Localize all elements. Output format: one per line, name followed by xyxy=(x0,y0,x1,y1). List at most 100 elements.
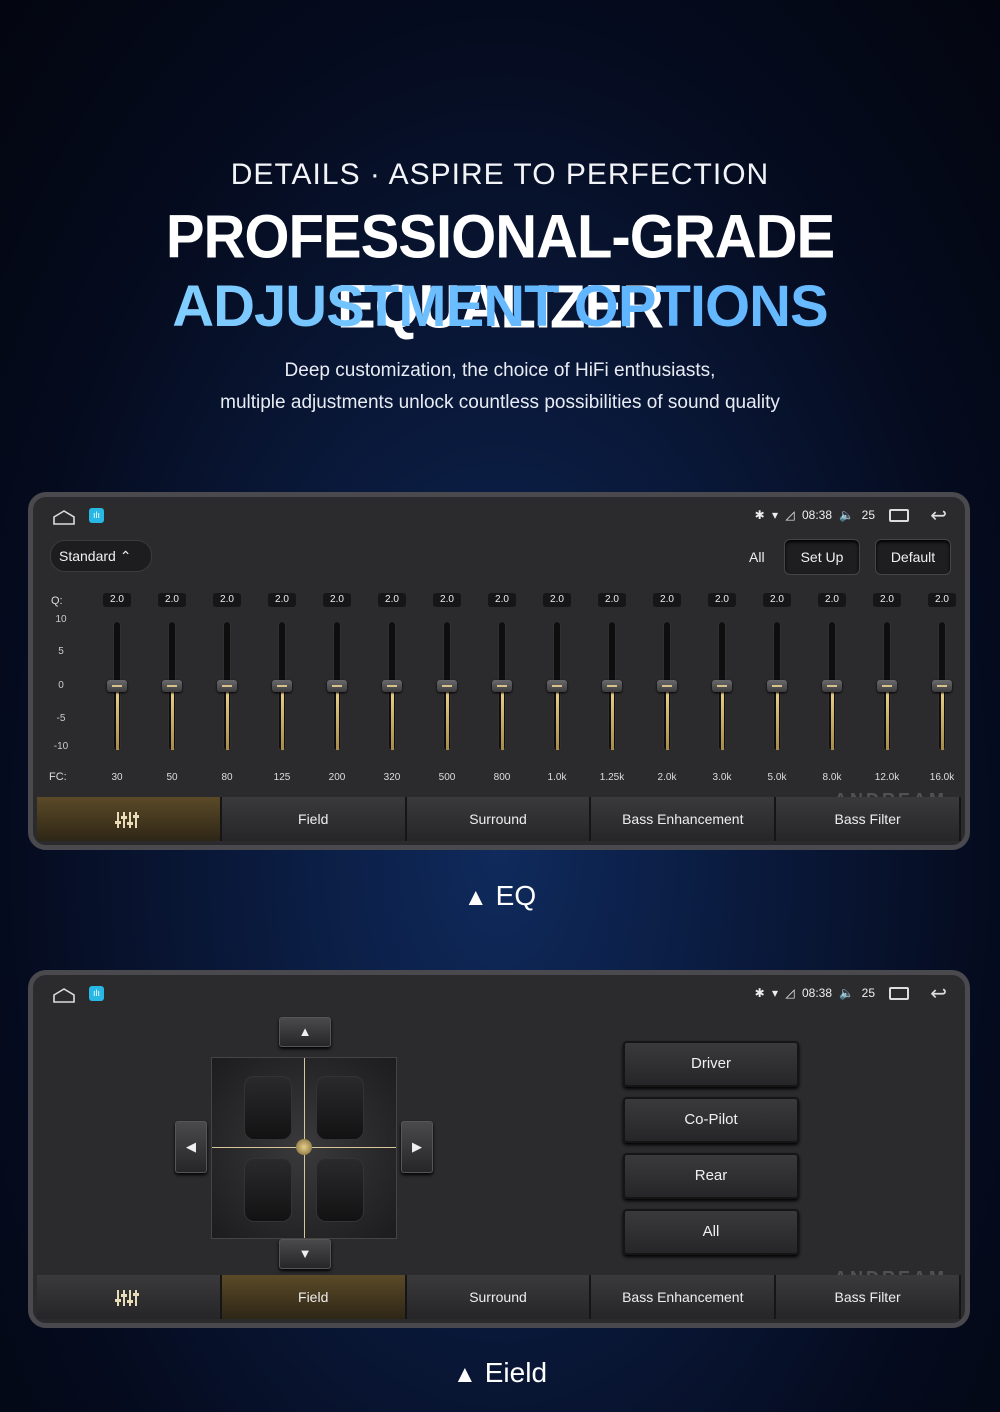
tab-field[interactable]: Field xyxy=(221,1275,407,1319)
slider-handle[interactable] xyxy=(932,680,952,692)
q-value[interactable]: 2.0 xyxy=(488,593,516,607)
q-value[interactable]: 2.0 xyxy=(543,593,571,607)
slider-fill xyxy=(831,692,834,750)
move-right-button[interactable]: ▶ xyxy=(401,1121,433,1173)
slider-fill xyxy=(666,692,669,750)
eq-band: 2.0 1.25k xyxy=(590,497,634,797)
q-value[interactable]: 2.0 xyxy=(268,593,296,607)
q-value[interactable]: 2.0 xyxy=(323,593,351,607)
zone-rear-button[interactable]: Rear xyxy=(623,1153,799,1199)
tab-bass-enhancement[interactable]: Bass Enhancement xyxy=(591,797,777,841)
slider-fill xyxy=(226,692,229,750)
frequency-label: 500 xyxy=(438,772,456,783)
signal-icon: ◿ xyxy=(785,986,795,1000)
frequency-label: 5.0k xyxy=(767,772,787,783)
status-volume: 25 xyxy=(861,986,875,1000)
q-value[interactable]: 2.0 xyxy=(103,593,131,607)
q-value[interactable]: 2.0 xyxy=(598,593,626,607)
q-value[interactable]: 2.0 xyxy=(818,593,846,607)
home-icon[interactable] xyxy=(53,987,75,1003)
slider-handle[interactable] xyxy=(382,680,402,692)
zone-driver-button[interactable]: Driver xyxy=(623,1041,799,1087)
status-indicators: ✱ ▾ ◿ 08:38 🔈 25 xyxy=(751,986,875,1000)
eq-band: 2.0 3.0k xyxy=(700,497,744,797)
frequency-label: 50 xyxy=(166,772,178,783)
equalizer-icon xyxy=(115,1290,140,1307)
slider-fill xyxy=(556,692,559,750)
wifi-icon: ▾ xyxy=(772,986,779,1000)
slider-fill xyxy=(391,692,394,750)
slider-fill xyxy=(446,692,449,750)
tab-eq[interactable] xyxy=(37,797,222,841)
slider-handle[interactable] xyxy=(767,680,787,692)
slider-handle[interactable] xyxy=(492,680,512,692)
slider-handle[interactable] xyxy=(822,680,842,692)
frequency-label: 16.0k xyxy=(929,772,955,783)
back-icon[interactable]: ↩ xyxy=(930,984,947,1004)
volume-icon: 🔈 xyxy=(839,986,855,1000)
sound-focus-handle[interactable] xyxy=(296,1139,312,1155)
scale-label: 5 xyxy=(58,646,64,657)
slider-handle[interactable] xyxy=(602,680,622,692)
frequency-label: 800 xyxy=(493,772,511,783)
move-left-button[interactable]: ◀ xyxy=(175,1121,207,1173)
audio-app-icon[interactable]: ılı xyxy=(89,986,104,1001)
seat-front-left xyxy=(244,1076,292,1140)
zone-copilot-button[interactable]: Co-Pilot xyxy=(623,1097,799,1143)
q-value[interactable]: 2.0 xyxy=(213,593,241,607)
tab-bass-filter[interactable]: Bass Filter xyxy=(776,797,961,841)
field-panel: ılı ✱ ▾ ◿ 08:38 🔈 25 ↩ ▲ ▼ ◀ ▶ Driver Co… xyxy=(28,970,970,1328)
slider-handle[interactable] xyxy=(877,680,897,692)
slider-handle[interactable] xyxy=(217,680,237,692)
q-value[interactable]: 2.0 xyxy=(433,593,461,607)
arrow-down-icon: ▼ xyxy=(298,1246,312,1261)
frequency-label: 3.0k xyxy=(712,772,732,783)
seat-front-right xyxy=(316,1076,364,1140)
slider-handle[interactable] xyxy=(712,680,732,692)
move-down-button[interactable]: ▼ xyxy=(279,1239,331,1269)
q-value[interactable]: 2.0 xyxy=(873,593,901,607)
slider-handle[interactable] xyxy=(437,680,457,692)
recent-apps-icon[interactable] xyxy=(889,987,909,1000)
home-icon[interactable] xyxy=(53,509,75,525)
sound-field-area[interactable] xyxy=(211,1057,397,1239)
equalizer-icon xyxy=(115,812,140,829)
q-value[interactable]: 2.0 xyxy=(378,593,406,607)
frequency-label: 200 xyxy=(328,772,346,783)
tab-bass-filter[interactable]: Bass Filter xyxy=(776,1275,961,1319)
slider-handle[interactable] xyxy=(162,680,182,692)
slider-handle[interactable] xyxy=(272,680,292,692)
scale-label: -5 xyxy=(56,713,66,724)
slider-fill xyxy=(501,692,504,750)
tab-eq[interactable] xyxy=(37,1275,222,1319)
tab-surround[interactable]: Surround xyxy=(406,797,592,841)
slider-handle[interactable] xyxy=(327,680,347,692)
tab-bass-enhancement[interactable]: Bass Enhancement xyxy=(591,1275,777,1319)
q-label: Q: xyxy=(51,595,63,607)
slider-fill xyxy=(281,692,284,750)
tab-field[interactable]: Field xyxy=(221,797,407,841)
q-value[interactable]: 2.0 xyxy=(158,593,186,607)
arrow-left-icon: ◀ xyxy=(186,1139,196,1154)
frequency-label: 2.0k xyxy=(657,772,677,783)
q-value[interactable]: 2.0 xyxy=(653,593,681,607)
tab-bar: Field Surround Bass Enhancement Bass Fil… xyxy=(37,1275,961,1319)
slider-handle[interactable] xyxy=(657,680,677,692)
eq-band: 2.0 16.0k xyxy=(920,497,964,797)
eq-caption: ▲ EQ xyxy=(0,880,1000,912)
q-value[interactable]: 2.0 xyxy=(708,593,736,607)
page-subtitle: DETAILS · ASPIRE TO PERFECTION xyxy=(230,158,770,191)
seat-rear-right xyxy=(316,1158,364,1222)
zone-all-button[interactable]: All xyxy=(623,1209,799,1255)
slider-handle[interactable] xyxy=(107,680,127,692)
eq-band: 2.0 30 xyxy=(95,497,139,797)
status-time: 08:38 xyxy=(801,986,832,1000)
q-value[interactable]: 2.0 xyxy=(928,593,956,607)
move-up-button[interactable]: ▲ xyxy=(279,1017,331,1047)
tab-surround[interactable]: Surround xyxy=(406,1275,592,1319)
eq-band: 2.0 2.0k xyxy=(645,497,689,797)
slider-handle[interactable] xyxy=(547,680,567,692)
q-value[interactable]: 2.0 xyxy=(763,593,791,607)
status-bar: ılı ✱ ▾ ◿ 08:38 🔈 25 ↩ xyxy=(33,983,965,1007)
eq-band: 2.0 5.0k xyxy=(755,497,799,797)
